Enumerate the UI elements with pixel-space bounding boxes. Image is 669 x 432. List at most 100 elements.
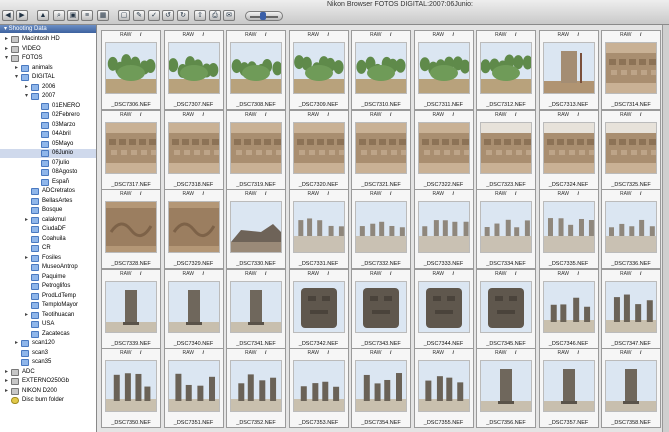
photo-thumbnail[interactable] xyxy=(605,42,657,94)
tree-item-scan3[interactable]: scan3 xyxy=(0,349,96,358)
sidebar-header[interactable]: ▾ Shooting Data xyxy=(0,25,96,33)
tree-item-bosque[interactable]: Bosque xyxy=(0,206,96,215)
thumbnail-cell[interactable]: RAW i _DSC7332.NEF xyxy=(351,189,411,269)
check-icon[interactable]: ✓ xyxy=(148,10,160,21)
tree-item-usa[interactable]: USA xyxy=(0,320,96,329)
thumbnail-cell[interactable]: RAW i _DSC7334.NEF xyxy=(476,189,536,269)
photo-thumbnail[interactable] xyxy=(167,201,220,253)
forward-icon[interactable]: ▶ xyxy=(16,10,28,21)
photo-thumbnail[interactable] xyxy=(355,42,407,94)
thumbnail-cell[interactable]: RAW i _DSC7329.NEF xyxy=(163,189,224,269)
tree-item-prodldtemp[interactable]: ProdLdTemp xyxy=(0,292,96,301)
info-icon[interactable]: i xyxy=(453,31,454,40)
thumbnail-cell[interactable]: RAW i _DSC7306.NEF xyxy=(101,30,161,110)
disclosure-triangle-icon[interactable]: ▸ xyxy=(4,368,9,377)
photo-thumbnail[interactable] xyxy=(167,280,220,333)
photo-thumbnail[interactable] xyxy=(355,201,407,253)
info-icon[interactable]: i xyxy=(578,349,579,358)
photo-thumbnail[interactable] xyxy=(355,280,407,333)
photo-thumbnail[interactable] xyxy=(417,42,470,94)
info-icon[interactable]: i xyxy=(203,111,204,120)
tree-item-nikon-d200[interactable]: ▸ NIKON D200 xyxy=(0,387,96,396)
photo-thumbnail[interactable] xyxy=(230,121,282,174)
disclosure-triangle-icon[interactable]: ▾ xyxy=(14,73,19,82)
photo-thumbnail[interactable] xyxy=(542,360,595,412)
tree-item-03marzo[interactable]: 03Marzo xyxy=(0,121,96,130)
thumbnail-cell[interactable]: RAW i _DSC7308.NEF xyxy=(226,30,286,110)
disclosure-triangle-icon[interactable]: ▾ xyxy=(24,92,29,101)
tree-item-animals[interactable]: ▸ animals xyxy=(0,64,96,73)
info-icon[interactable]: i xyxy=(265,270,266,279)
photo-thumbnail[interactable] xyxy=(605,360,657,412)
vertical-scrollbar[interactable] xyxy=(662,25,669,432)
edit-icon[interactable]: ✎ xyxy=(133,10,145,21)
info-icon[interactable]: i xyxy=(640,190,641,199)
info-icon[interactable]: i xyxy=(453,190,454,199)
disclosure-triangle-icon[interactable]: ▸ xyxy=(24,254,29,263)
info-icon[interactable]: i xyxy=(140,270,141,279)
tree-item-01enero[interactable]: 01ENERO xyxy=(0,102,96,111)
photo-thumbnail[interactable] xyxy=(480,121,532,174)
thumbnail-cell[interactable]: RAW i _DSC7336.NEF xyxy=(601,189,661,269)
photo-thumbnail[interactable] xyxy=(417,280,470,333)
tree-item-02febrero[interactable]: 02Febrero xyxy=(0,111,96,120)
photo-thumbnail[interactable] xyxy=(167,121,220,174)
info-icon[interactable]: i xyxy=(578,270,579,279)
info-icon[interactable]: i xyxy=(140,190,141,199)
photo-thumbnail[interactable] xyxy=(605,201,657,253)
tree-item-scan120[interactable]: ▸ scan120 xyxy=(0,339,96,348)
tree-item-fotos[interactable]: ▾ FOTOS xyxy=(0,54,96,63)
thumbnail-cell[interactable]: RAW i _DSC7350.NEF xyxy=(101,348,161,428)
photo-thumbnail[interactable] xyxy=(105,360,157,412)
thumbnail-cell[interactable]: RAW i _DSC7320.NEF xyxy=(288,109,349,190)
disclosure-triangle-icon[interactable]: ▸ xyxy=(14,64,19,73)
disclosure-triangle-icon[interactable]: ▸ xyxy=(4,45,9,54)
photo-thumbnail[interactable] xyxy=(605,121,657,174)
thumbnail-cell[interactable]: RAW i _DSC7330.NEF xyxy=(226,189,286,269)
thumbnail-cell[interactable]: RAW i _DSC7341.NEF xyxy=(226,268,286,349)
info-icon[interactable]: i xyxy=(640,270,641,279)
thumbnail-cell[interactable]: RAW i _DSC7323.NEF xyxy=(476,109,536,190)
info-icon[interactable]: i xyxy=(515,111,516,120)
disclosure-triangle-icon[interactable]: ▸ xyxy=(4,387,9,396)
disclosure-triangle-icon[interactable]: ▸ xyxy=(24,83,29,92)
tree-item-paquime[interactable]: Paquime xyxy=(0,273,96,282)
disclosure-triangle-icon[interactable]: ▸ xyxy=(14,339,19,348)
info-icon[interactable]: i xyxy=(453,111,454,120)
photo-thumbnail[interactable] xyxy=(417,201,470,253)
disclosure-triangle-icon[interactable]: ▾ xyxy=(4,54,9,63)
thumbnail-cell[interactable]: RAW i _DSC7355.NEF xyxy=(413,348,474,428)
info-icon[interactable]: i xyxy=(328,349,329,358)
photo-thumbnail[interactable] xyxy=(105,42,157,94)
tree-item-museoantrop[interactable]: MuseoAntrop xyxy=(0,263,96,272)
tree-item-digital[interactable]: ▾ DIGITAL xyxy=(0,73,96,82)
thumbnail-cell[interactable]: RAW i _DSC7354.NEF xyxy=(351,348,411,428)
disclosure-triangle-icon[interactable]: ▸ xyxy=(4,377,9,386)
info-icon[interactable]: i xyxy=(390,349,391,358)
info-icon[interactable]: i xyxy=(140,349,141,358)
thumbnail-cell[interactable]: RAW i _DSC7347.NEF xyxy=(601,268,661,349)
up-icon[interactable]: ▲ xyxy=(37,10,49,21)
disclosure-triangle-icon[interactable]: ▸ xyxy=(4,35,9,44)
info-icon[interactable]: i xyxy=(578,190,579,199)
photo-thumbnail[interactable] xyxy=(167,42,220,94)
thumbnail-cell[interactable]: RAW i _DSC7314.NEF xyxy=(601,30,661,110)
info-icon[interactable]: i xyxy=(328,190,329,199)
photo-thumbnail[interactable] xyxy=(542,201,595,253)
photo-thumbnail[interactable] xyxy=(542,280,595,333)
tree-item-cr[interactable]: CR xyxy=(0,244,96,253)
info-icon[interactable]: i xyxy=(640,349,641,358)
thumbnail-cell[interactable]: RAW i _DSC7328.NEF xyxy=(101,189,161,269)
info-icon[interactable]: i xyxy=(203,349,204,358)
tree-item-07julio[interactable]: 07julio xyxy=(0,159,96,168)
slider-knob[interactable] xyxy=(260,12,266,20)
print-icon[interactable]: ⎙ xyxy=(209,10,221,21)
thumbnail-cell[interactable]: RAW i _DSC7343.NEF xyxy=(351,268,411,349)
info-icon[interactable]: i xyxy=(390,111,391,120)
thumbnail-cell[interactable]: RAW i _DSC7312.NEF xyxy=(476,30,536,110)
tree-item-macintosh-hd[interactable]: ▸ Macintosh HD xyxy=(0,35,96,44)
info-icon[interactable]: i xyxy=(515,190,516,199)
thumbnail-cell[interactable]: RAW i _DSC7311.NEF xyxy=(413,30,474,110)
info-icon[interactable]: i xyxy=(578,31,579,40)
tree-item-externo250gb[interactable]: ▸ EXTERNO250Gb xyxy=(0,377,96,386)
